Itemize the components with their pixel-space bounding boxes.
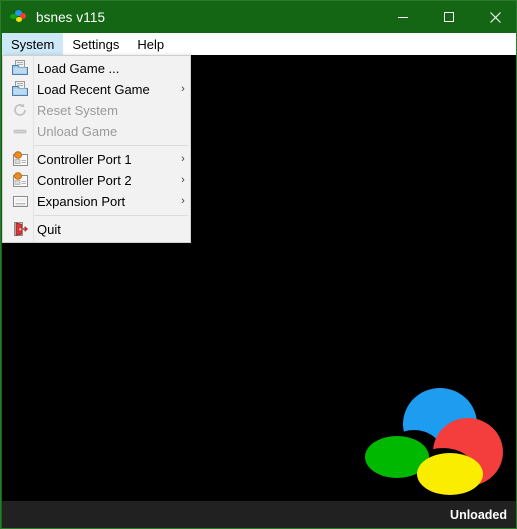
menu-separator [34, 215, 188, 216]
minimize-button[interactable] [380, 1, 426, 33]
controller-port-icon [8, 171, 32, 190]
menu-item-expansion-port-label: Expansion Port [37, 194, 126, 209]
menu-item-unload-game-label: Unload Game [37, 124, 118, 139]
menu-item-quit[interactable]: Quit [3, 219, 190, 240]
system-dropdown-menu: Load Game ... Load Recent Game › Reset S… [2, 55, 191, 243]
expansion-port-icon [8, 193, 32, 211]
minimize-icon [397, 11, 409, 23]
chevron-right-icon: › [181, 174, 185, 186]
maximize-button[interactable] [426, 1, 472, 33]
menu-item-expansion-port[interactable]: Expansion Port › [3, 191, 190, 212]
maximize-icon [443, 11, 455, 23]
bsnes-logo-icon [10, 9, 28, 25]
menu-item-controller-port-2-label: Controller Port 2 [37, 173, 132, 188]
menu-item-controller-port-1[interactable]: Controller Port 1 › [3, 149, 190, 170]
bsnes-logo [365, 388, 505, 495]
menu-item-quit-label: Quit [37, 222, 61, 237]
quit-icon [8, 221, 32, 239]
controller-port-icon [8, 150, 32, 169]
menubar-item-settings[interactable]: Settings [63, 33, 128, 55]
close-icon [489, 11, 502, 24]
open-folder-icon [8, 59, 32, 78]
menu-item-load-recent-game-label: Load Recent Game [37, 82, 150, 97]
open-folder-icon [8, 80, 32, 99]
menubar-item-settings-label: Settings [72, 36, 120, 52]
menubar-item-system-label: System [11, 36, 55, 52]
bsnes-window: bsnes v115 System Settings Help Unloaded… [0, 0, 517, 529]
menu-item-load-game[interactable]: Load Game ... [3, 58, 190, 79]
menu-item-load-game-label: Load Game ... [37, 61, 120, 76]
reset-icon [8, 102, 32, 120]
title-bar: bsnes v115 [1, 1, 516, 33]
eject-icon [8, 123, 32, 141]
chevron-right-icon: › [181, 153, 185, 165]
chevron-right-icon: › [181, 195, 185, 207]
chevron-right-icon: › [181, 83, 185, 95]
menubar-item-help-label: Help [137, 36, 165, 52]
menu-separator [34, 145, 188, 146]
window-controls [380, 1, 516, 33]
window-title: bsnes v115 [36, 9, 106, 25]
menubar-item-system[interactable]: System [2, 33, 64, 55]
menu-item-unload-game: Unload Game [3, 121, 190, 142]
menu-item-controller-port-2[interactable]: Controller Port 2 › [3, 170, 190, 191]
status-bar: Unloaded [2, 501, 516, 528]
menu-item-controller-port-1-label: Controller Port 1 [37, 152, 132, 167]
status-text: Unloaded [450, 507, 507, 522]
menu-item-reset-system-label: Reset System [37, 103, 118, 118]
menu-item-load-recent-game[interactable]: Load Recent Game › [3, 79, 190, 100]
close-button[interactable] [472, 1, 516, 33]
menubar-item-help[interactable]: Help [128, 33, 173, 55]
menu-item-reset-system: Reset System [3, 100, 190, 121]
menu-bar: System Settings Help [2, 33, 516, 55]
